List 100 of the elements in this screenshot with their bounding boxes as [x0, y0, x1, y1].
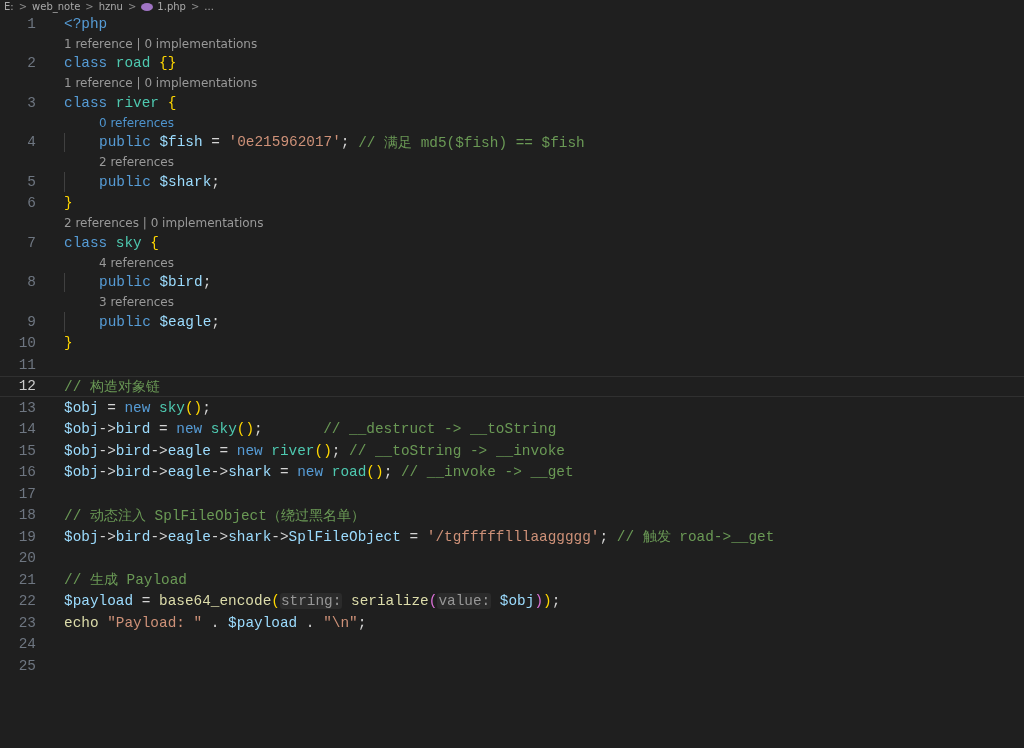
code-token: $fish: [158, 134, 203, 151]
breadcrumb-separator: >: [127, 0, 137, 13]
code-token: eagle: [167, 442, 211, 459]
code-token: ;: [340, 134, 351, 151]
code-token: public: [99, 313, 151, 330]
line-number: 2: [26, 55, 36, 72]
breadcrumb-separator: >: [85, 0, 94, 13]
code-token: '/tgffffflllaaggggg': [426, 528, 600, 545]
code-token: // 触发 road->__get: [616, 528, 775, 547]
code-token: new: [124, 399, 151, 416]
code-token: ->: [150, 442, 168, 459]
codelens-link[interactable]: 0 references: [99, 115, 174, 130]
code-token: {: [166, 94, 177, 111]
code-token: new: [297, 464, 324, 481]
line-number: 5: [26, 173, 36, 190]
code-token: (): [366, 464, 384, 481]
line-number: 19: [17, 528, 36, 545]
line-number: 21: [17, 571, 36, 588]
code-token: ->: [98, 464, 116, 481]
breadcrumb-item[interactable]: hznu: [98, 0, 123, 13]
code-token: sky: [114, 234, 142, 251]
code-token: }: [64, 335, 73, 352]
code-token: {}: [158, 55, 177, 72]
code-token: river: [270, 442, 315, 459]
code-token: $eagle: [158, 313, 212, 330]
breadcrumb-item[interactable]: E:: [4, 0, 14, 13]
code-token: {: [149, 234, 159, 251]
breadcrumb-separator: >: [18, 0, 28, 13]
breadcrumb-item[interactable]: web_note: [32, 0, 81, 13]
code-token: ;: [211, 173, 220, 190]
code-token: "\n": [323, 614, 358, 631]
code-token: // 构造对象链: [64, 377, 160, 396]
inlay-hint: string:: [279, 593, 343, 610]
code-token: ;: [202, 399, 211, 416]
line-number: 24: [17, 636, 36, 653]
line-number: 12: [17, 378, 36, 395]
code-token: '0e215962017': [228, 134, 341, 151]
code-token: bird: [115, 528, 151, 545]
line-number: 16: [17, 464, 36, 481]
code-token: ->: [150, 528, 168, 545]
code-token: new: [176, 421, 203, 438]
code-token: <?php: [64, 15, 108, 32]
code-token: (: [428, 593, 438, 610]
code-token: $obj: [64, 464, 99, 481]
codelens-link[interactable]: 3 references: [99, 295, 174, 309]
line-number: 6: [26, 195, 36, 212]
codelens-link[interactable]: 2 references | 0 implementations: [64, 216, 264, 230]
code-token: ;: [599, 528, 610, 545]
code-token: class: [64, 55, 108, 72]
line-number: 15: [17, 442, 36, 459]
code-token: ->: [271, 528, 289, 545]
line-number: 22: [17, 593, 36, 610]
code-token: eagle: [167, 528, 211, 545]
code-token: =: [158, 421, 169, 438]
line-number: 13: [17, 399, 36, 416]
codelens-link[interactable]: 2 references: [99, 155, 174, 169]
code-token: }: [64, 195, 73, 212]
line-number: 7: [26, 234, 36, 251]
line-number: 20: [17, 550, 36, 567]
code-token: bird: [115, 464, 151, 481]
code-token: ): [543, 593, 552, 610]
code-token: // 动态注入 SplFileObject（绕过黑名单）: [64, 506, 365, 525]
code-token: ;: [357, 614, 367, 631]
code-token: ->: [150, 464, 168, 481]
code-token: ->: [98, 421, 116, 438]
code-token: bird: [115, 442, 151, 459]
code-token: ;: [331, 442, 342, 459]
code-token: shark: [228, 464, 272, 481]
code-token: new: [236, 442, 263, 459]
line-number: 4: [26, 134, 36, 151]
code-token: // __toString -> __invoke: [349, 442, 565, 459]
codelens-link[interactable]: 1 reference | 0 implementations: [64, 76, 258, 90]
line-number: 17: [17, 485, 36, 502]
line-number: 25: [17, 657, 36, 674]
code-token: ->: [210, 528, 229, 545]
code-token: ->: [98, 528, 116, 545]
code-token: base64_encode: [159, 593, 272, 610]
code-token: $bird: [158, 274, 203, 291]
breadcrumb-item[interactable]: 1.php: [141, 0, 186, 13]
line-number: 3: [26, 94, 36, 111]
code-token: public: [99, 274, 151, 291]
code-token: =: [140, 593, 152, 610]
code-token: road: [330, 464, 367, 481]
code-token: // __destruct -> __toString: [322, 421, 557, 438]
code-token: river: [114, 94, 159, 111]
file-icon: [141, 2, 154, 11]
code-token: public: [99, 134, 151, 151]
code-token: (: [271, 593, 280, 610]
line-number: 10: [17, 335, 36, 352]
breadcrumb-item[interactable]: ...: [204, 0, 214, 13]
code-token: $obj: [498, 593, 535, 610]
code-token: ;: [254, 421, 263, 438]
codelens-link[interactable]: 1 reference | 0 implementations: [64, 36, 258, 51]
code-token: // 生成 Payload: [64, 571, 187, 590]
code-token: $obj: [64, 442, 99, 459]
codelens-link[interactable]: 4 references: [99, 255, 174, 270]
code-token: .: [209, 614, 221, 631]
code-token: .: [304, 614, 316, 631]
code-token: ->: [98, 442, 116, 459]
line-number: 1: [26, 15, 36, 32]
